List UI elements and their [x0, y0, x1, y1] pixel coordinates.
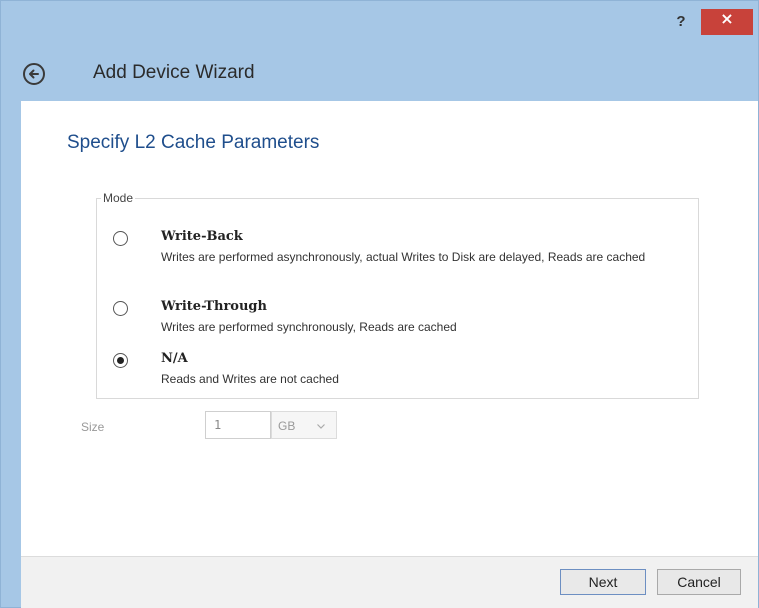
- option-description: Writes are performed synchronously, Read…: [161, 320, 457, 334]
- chevron-down-icon: [317, 424, 325, 429]
- title-bar: ? ×: [1, 1, 758, 41]
- radio-na[interactable]: [113, 353, 128, 368]
- radio-write-through[interactable]: [113, 301, 128, 316]
- mode-option-na[interactable]: N/A Reads and Writes are not cached: [113, 351, 683, 389]
- wizard-title: Add Device Wizard: [93, 62, 255, 83]
- option-description: Writes are performed asynchronously, act…: [161, 250, 646, 264]
- option-title: Write-Through: [161, 299, 267, 314]
- option-description: Reads and Writes are not cached: [161, 372, 339, 386]
- mode-group: Mode Write-Back Writes are performed asy…: [96, 191, 699, 399]
- size-unit-value: GB: [278, 419, 296, 433]
- option-title: Write-Back: [161, 229, 243, 244]
- wizard-window: ? × Add Device Wizard Specify L2 Cache P…: [0, 0, 759, 608]
- next-button[interactable]: Next: [560, 569, 646, 595]
- wizard-header: Add Device Wizard: [1, 41, 758, 101]
- wizard-content: Specify L2 Cache Parameters Mode Write-B…: [21, 101, 758, 556]
- back-button[interactable]: [23, 63, 45, 85]
- mode-option-write-through[interactable]: Write-Through Writes are performed synch…: [113, 299, 683, 337]
- page-title: Specify L2 Cache Parameters: [67, 132, 320, 153]
- back-arrow-icon: [29, 69, 39, 79]
- mode-option-write-back[interactable]: Write-Back Writes are performed asynchro…: [113, 229, 683, 281]
- size-unit-select[interactable]: GB: [271, 411, 337, 439]
- wizard-footer: Next Cancel: [21, 556, 758, 608]
- close-button[interactable]: ×: [701, 9, 753, 35]
- radio-write-back[interactable]: [113, 231, 128, 246]
- size-input[interactable]: [205, 411, 271, 439]
- option-title: N/A: [161, 351, 188, 366]
- cancel-button[interactable]: Cancel: [657, 569, 741, 595]
- size-row: Size GB: [81, 411, 481, 441]
- help-button[interactable]: ?: [669, 11, 693, 33]
- mode-legend: Mode: [103, 191, 134, 205]
- size-label: Size: [81, 420, 105, 434]
